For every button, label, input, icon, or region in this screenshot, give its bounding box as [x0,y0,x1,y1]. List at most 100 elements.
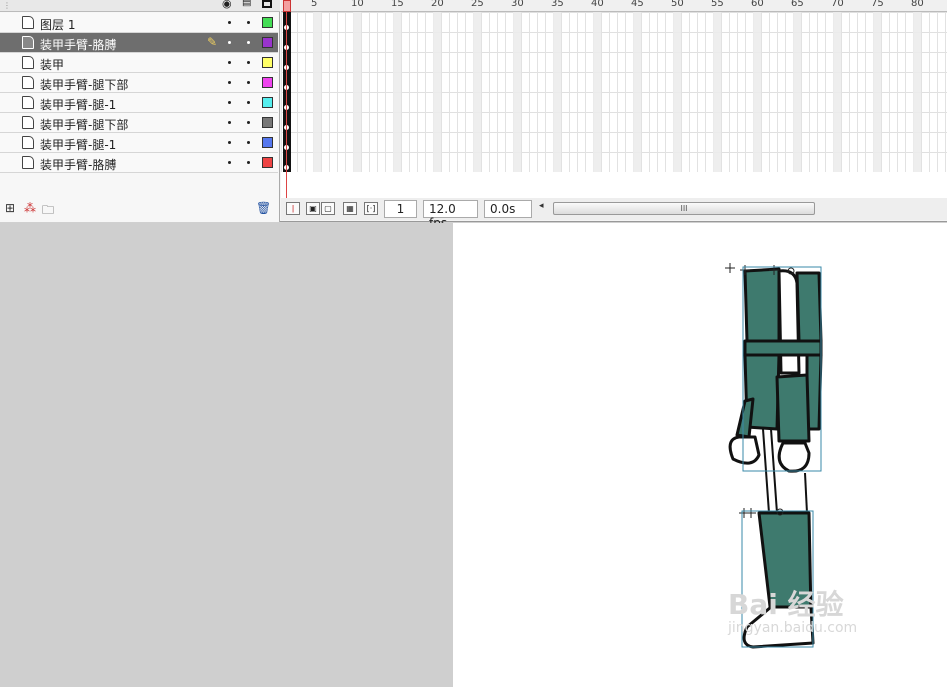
frame-area[interactable]: 5 10 15 20 25 30 35 40 45 50 55 60 65 70 75 80 [281,0,947,198]
left-knee-joint [728,435,761,465]
watermark-logo: Bai 经验 [728,588,844,621]
layer-row[interactable]: 装甲 [0,53,278,73]
current-frame-field[interactable]: 1 [384,200,417,218]
ruler-frame-number: 35 [551,0,564,9]
ruler-frame-number: 5 [311,0,318,9]
layer-row[interactable]: 图层 1 [0,13,278,33]
ruler-frame-number: 30 [511,0,524,9]
layer-visibility-toggle[interactable] [228,61,231,64]
onion-skin-outlines-icon[interactable]: ▢ [321,202,335,215]
timeline-panel: ⋮ ◉ ▤ 图层 1 装甲手臂-胳膊 ✎ 装甲装甲手臂-腿下部 装甲手臂-腿-1 装甲手臂… [0,0,947,230]
layer-visibility-toggle[interactable] [228,121,231,124]
layer-row[interactable]: 装甲手臂-腿-1 [0,93,278,113]
keyframe-column[interactable] [283,12,291,172]
ruler-frame-number: 20 [431,0,444,9]
armored-leg-figure[interactable] [453,223,947,687]
layer-name[interactable]: 装甲手臂-腿-1 [40,136,116,153]
layer-name[interactable]: 装甲手臂-腿下部 [40,116,128,133]
transform-crosshair-1 [725,263,735,273]
watermark-url: jingyan.baidu.com [728,620,858,636]
layer-name[interactable]: 装甲手臂-腿-1 [40,96,116,113]
ruler-frame-number: 15 [391,0,404,9]
layer-page-icon [22,136,34,149]
layer-outline-color[interactable] [262,17,273,28]
layer-lock-toggle[interactable] [247,101,250,104]
layer-outline-color[interactable] [262,77,273,88]
layer-outline-color[interactable] [262,157,273,168]
layer-outline-color[interactable] [262,137,273,148]
horizontal-scrollbar[interactable]: ◂ III [539,201,939,216]
pencil-icon: ✎ [207,35,218,49]
ruler-frame-number: 45 [631,0,644,9]
add-guide-icon[interactable]: ⁂ [24,201,36,215]
lock-all-icon[interactable]: ▤ [242,0,251,8]
playhead[interactable] [283,0,291,12]
layer-lock-toggle[interactable] [247,141,250,144]
ruler-frame-number: 75 [871,0,884,9]
layer-footer: ⊞ ⁂ 🗀 🗑 [0,198,278,220]
layer-lock-toggle[interactable] [247,61,250,64]
layer-page-icon [22,36,34,49]
layer-name[interactable]: 装甲手臂-腿下部 [40,76,128,93]
frame-grid-bands [281,12,947,172]
scroll-thumb[interactable]: III [553,202,815,215]
ruler-frame-number: 55 [711,0,724,9]
layer-header: ⋮ ◉ ▤ [0,0,280,12]
layer-visibility-toggle[interactable] [228,161,231,164]
layer-outline-color[interactable] [262,97,273,108]
layer-visibility-toggle[interactable] [228,141,231,144]
modify-markers-icon[interactable]: [·] [364,202,378,215]
layer-name[interactable]: 装甲 [40,56,64,73]
layer-visibility-toggle[interactable] [228,101,231,104]
layer-page-icon [22,116,34,129]
layer-visibility-toggle[interactable] [228,41,231,44]
layer-lock-toggle[interactable] [247,41,250,44]
layer-lock-toggle[interactable] [247,161,250,164]
ruler-frame-number: 60 [751,0,764,9]
transform-crosshair-5 [746,508,756,518]
ruler-frame-number: 80 [911,0,924,9]
frame-ruler[interactable]: 5 10 15 20 25 30 35 40 45 50 55 60 65 70 75 80 [281,0,947,12]
layer-outline-color[interactable] [262,37,273,48]
layer-page-icon [22,156,34,169]
stage-canvas[interactable]: Bai 经验 jingyan.baidu.com [453,223,947,687]
ruler-frame-number: 70 [831,0,844,9]
scroll-left-icon[interactable]: ◂ [539,201,544,211]
layer-outline-color[interactable] [262,57,273,68]
layer-lock-toggle[interactable] [247,81,250,84]
layer-row[interactable]: 装甲手臂-腿下部 [0,113,278,133]
trash-icon[interactable]: 🗑 [256,201,271,215]
upper-armor-back [743,267,781,343]
panel-gripper-icon[interactable]: ⋮ [3,1,11,10]
layer-row[interactable]: 装甲手臂-腿下部 [0,73,278,93]
edit-multiple-frames-icon[interactable]: ▦ [343,202,357,215]
ruler-frame-number: 65 [791,0,804,9]
right-knee-joint [777,441,811,473]
onion-skin-icon[interactable]: ▣ [306,202,320,215]
back-calf-plate [735,397,755,439]
ruler-frame-number: 50 [671,0,684,9]
layer-visibility-toggle[interactable] [228,81,231,84]
layer-page-icon [22,76,34,89]
layer-row[interactable]: 装甲手臂-胳膊 ✎ [0,33,278,53]
layer-outline-color[interactable] [262,117,273,128]
timeline-status-bar: ǀ ▣ ▢ ▦ [·] 1 12.0 fps 0.0s ◂ III [281,198,947,230]
layer-name[interactable]: 装甲手臂-胳膊 [40,156,116,173]
layer-lock-toggle[interactable] [247,121,250,124]
center-frame-icon[interactable]: ǀ [286,202,300,215]
show-hide-all-eye-icon[interactable]: ◉ [222,0,232,10]
add-layer-icon[interactable]: ⊞ [5,201,15,215]
outline-all-icon[interactable] [262,0,272,8]
layer-lock-toggle[interactable] [247,21,250,24]
layer-row[interactable]: 装甲手臂-腿-1 [0,133,278,153]
layer-visibility-toggle[interactable] [228,21,231,24]
ruler-frame-number: 40 [591,0,604,9]
layer-page-icon [22,56,34,69]
frame-rate-field[interactable]: 12.0 fps [423,200,478,230]
layer-row[interactable]: 装甲手臂-胳膊 [0,153,278,173]
layer-page-icon [22,96,34,109]
layer-name[interactable]: 装甲手臂-胳膊 [40,36,116,53]
add-folder-icon[interactable]: 🗀 [42,201,54,222]
knee-plate [775,373,811,443]
layer-name[interactable]: 图层 1 [40,16,75,33]
